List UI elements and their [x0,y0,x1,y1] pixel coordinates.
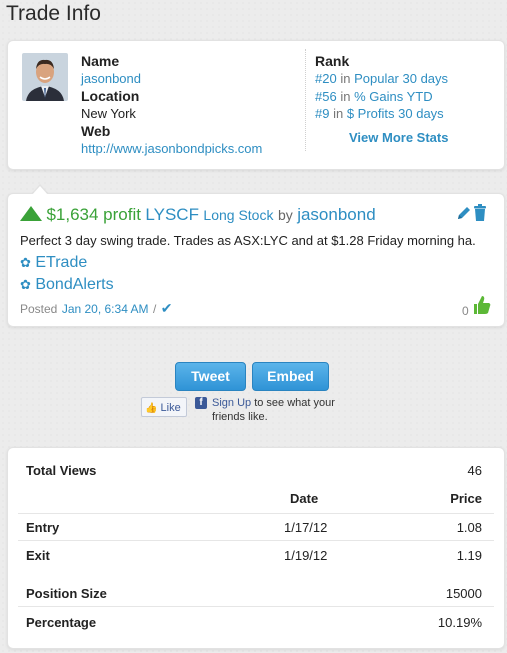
posted-date-link[interactable]: Jan 20, 6:34 AM [62,302,149,316]
gear-icon: ✿ [20,255,31,270]
percentage-value: 10.19% [437,615,482,630]
stats-table: Total Views 46 Date Price Entry 1/17/12 … [7,447,505,649]
tag-label: BondAlerts [35,276,114,293]
tag-label: ETrade [35,254,88,271]
profile-card: Name jasonbond Location New York Web htt… [7,40,505,170]
embed-button[interactable]: Embed [252,362,329,391]
like-count: 0 [462,304,469,318]
tag-etrade[interactable]: ✿ ETrade [20,254,87,272]
web-label: Web [81,123,111,139]
trade-description: Perfect 3 day swing trade. Trades as ASX… [20,233,476,248]
rank-popular[interactable]: #20 in Popular 30 days [315,71,448,86]
checkmark-icon: ✔ [160,300,173,316]
total-views-label: Total Views [26,463,97,478]
exit-date: 1/19/12 [284,548,328,563]
rank-list-link[interactable]: Popular 30 days [354,71,448,86]
author-link[interactable]: jasonbond [297,205,375,224]
like-label: Like [160,402,181,414]
rank-in: in [340,89,351,104]
delete-icon[interactable] [473,204,487,226]
rank-position: #56 [315,89,337,104]
position-size-label: Position Size [26,586,107,601]
location-label: Location [81,88,140,104]
separator: / [153,302,157,316]
facebook-icon: f [195,397,207,409]
facebook-signup-text: Sign Up to see what your friends like. [212,396,347,424]
total-views-value: 46 [467,463,482,478]
thumbs-up-icon: 👍 [145,403,158,414]
entry-date: 1/17/12 [284,520,328,535]
ticker-link[interactable]: LYSCF [145,205,199,224]
rank-position: #20 [315,71,337,86]
entry-price: 1.08 [456,520,482,535]
rank-profits[interactable]: #9 in $ Profits 30 days [315,106,444,121]
exit-price: 1.19 [456,548,482,563]
rank-position: #9 [315,106,330,121]
price-header: Price [450,491,482,506]
avatar[interactable] [22,53,68,101]
date-header: Date [290,491,319,506]
tweet-button[interactable]: Tweet [175,362,246,391]
gear-icon: ✿ [20,277,31,292]
name-label: Name [81,53,120,69]
rank-gains[interactable]: #56 in % Gains YTD [315,89,433,104]
posted-info: Posted Jan 20, 6:34 AM / ✔ [20,300,173,318]
row-divider [18,540,494,541]
website-link[interactable]: http://www.jasonbondpicks.com [81,141,262,156]
location-value: New York [81,106,136,121]
trade-type: Long Stock [203,207,274,223]
by-label: by [277,207,293,223]
rank-label: Rank [315,53,350,69]
trade-card: $1,634 profit LYSCF Long Stock by jasonb… [7,193,505,327]
facebook-like-button[interactable]: 👍 Like [141,397,187,417]
up-arrow-icon [20,206,42,221]
position-size-value: 15000 [445,586,482,601]
edit-icon[interactable] [456,205,472,226]
divider [305,49,307,151]
card-notch-inner [32,186,48,195]
entry-label: Entry [26,520,60,535]
view-more-stats-link[interactable]: View More Stats [349,130,448,145]
percentage-label: Percentage [26,615,97,630]
profile-name-link[interactable]: jasonbond [81,71,141,86]
signup-link[interactable]: Sign Up [212,397,251,409]
exit-label: Exit [26,548,50,563]
page-title: Trade Info [6,2,101,25]
posted-label: Posted [20,302,58,316]
row-divider [18,513,494,514]
rank-in: in [333,106,344,121]
tag-bondalerts[interactable]: ✿ BondAlerts [20,276,114,294]
rank-list-link[interactable]: $ Profits 30 days [347,106,444,121]
rank-in: in [340,71,351,86]
row-divider [18,606,494,607]
trade-headline: $1,634 profit LYSCF Long Stock by jasonb… [20,205,376,225]
thumbs-up-icon[interactable] [473,295,491,320]
profit-amount: $1,634 profit [46,205,141,224]
rank-list-link[interactable]: % Gains YTD [354,89,433,104]
